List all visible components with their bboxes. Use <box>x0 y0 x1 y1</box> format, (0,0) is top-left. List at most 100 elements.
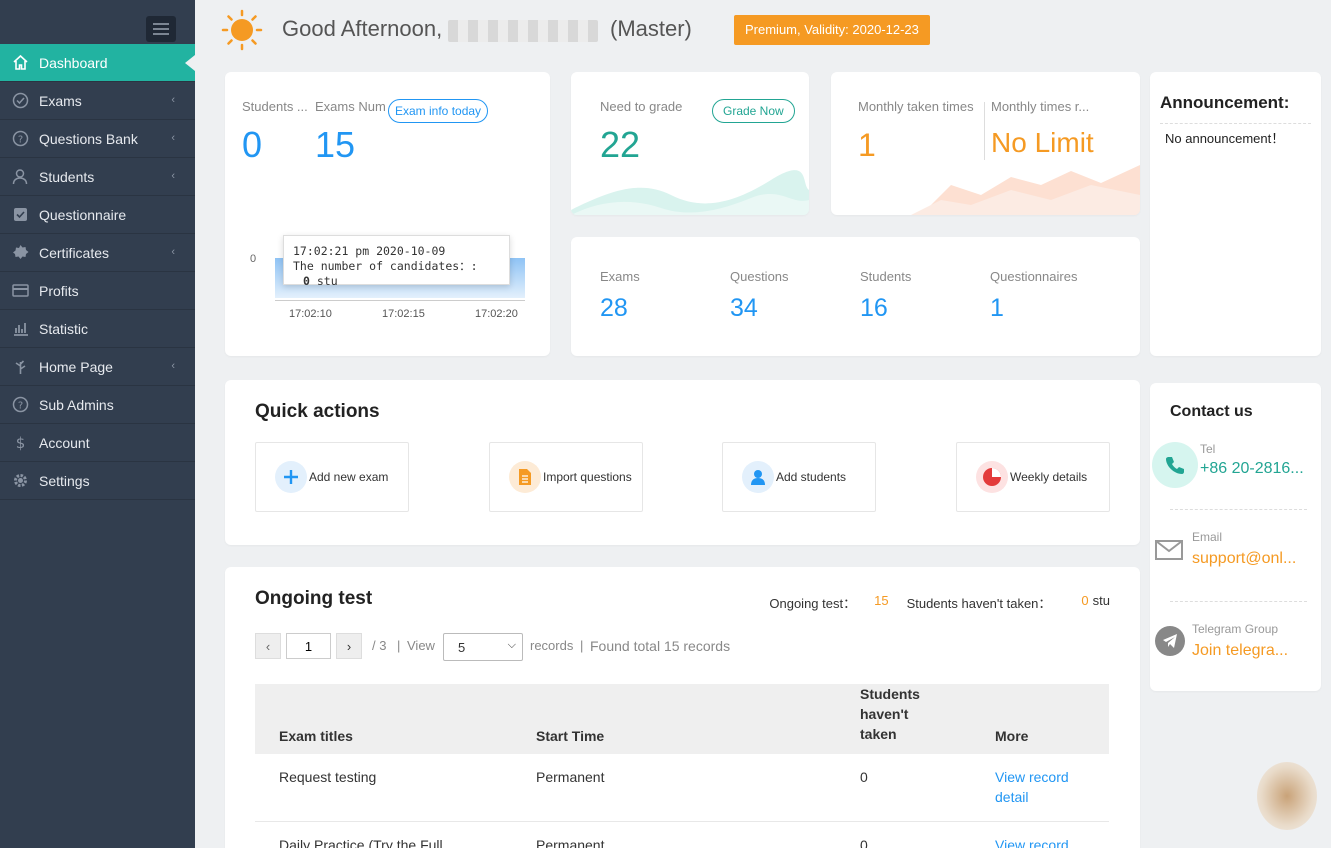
sidebar-item-questionnaire[interactable]: Questionnaire <box>0 196 195 234</box>
menu-icon <box>153 23 169 35</box>
sidebar-item-label: Statistic <box>39 320 89 337</box>
sidebar-item-label: Questionnaire <box>39 206 127 223</box>
monthly-card: Monthly taken times Monthly times r... 1… <box>831 72 1140 215</box>
sidebar-item-statistic[interactable]: Statistic <box>0 310 195 348</box>
sidebar-item-label: Students <box>39 168 95 185</box>
tooltip-unit: stu <box>316 274 338 288</box>
view-record-link[interactable]: View record detail <box>971 754 1109 822</box>
question-circle-icon: ? <box>11 396 29 414</box>
announcement-divider <box>1160 123 1311 124</box>
sidebar-item-account[interactable]: $ Account <box>0 424 195 462</box>
premium-badge: Premium, Validity: 2020-12-23 <box>734 15 930 45</box>
next-page-button[interactable]: › <box>336 633 362 659</box>
exam-info-today-button[interactable]: Exam info today <box>388 99 489 123</box>
monthly-remaining-label: Monthly times r... <box>991 99 1090 114</box>
sidebar-item-sub-admins[interactable]: ? Sub Admins <box>0 386 195 424</box>
grade-now-button[interactable]: Grade Now <box>712 99 795 123</box>
pie-chart-icon <box>976 461 1008 493</box>
page-number-input[interactable] <box>286 633 331 659</box>
table-row: Daily Practice (Try the Full Screen) Per… <box>255 821 1109 848</box>
sidebar-item-label: Questions Bank <box>39 130 138 147</box>
tooltip-label: The number of candidates：: <box>293 259 478 273</box>
sidebar-item-profits[interactable]: Profits <box>0 272 195 310</box>
badge-icon <box>11 244 29 262</box>
start-time-cell: Permanent <box>512 754 836 822</box>
check-circle-icon <box>11 92 29 110</box>
records-sep: | <box>580 638 584 653</box>
main-area: Good Afternoon, (Master) Premium, Validi… <box>195 0 1331 848</box>
start-time-cell: Permanent <box>512 821 836 848</box>
sidebar-item-settings[interactable]: Settings <box>0 462 195 500</box>
support-avatar[interactable] <box>1257 762 1317 830</box>
column-header: More <box>971 684 1109 754</box>
exams-value: 15 <box>315 124 356 165</box>
view-record-link[interactable]: View record detail <box>971 821 1109 848</box>
totals-card: Exams 28 Questions 34 Students 16 Questionnair… <box>571 237 1140 356</box>
contact-email: Email support@onl... <box>1150 528 1321 608</box>
view-label: View <box>407 638 435 653</box>
tel-label: Tel <box>1200 442 1216 456</box>
prev-page-button[interactable]: ‹ <box>255 633 281 659</box>
table-row: Request testing Permanent 0 View record … <box>255 754 1109 822</box>
not-taken-cell: 0 <box>836 754 971 822</box>
sun-icon <box>221 9 263 51</box>
top-bar: Good Afternoon, (Master) Premium, Validi… <box>195 0 1331 60</box>
sidebar-item-label: Account <box>39 434 90 451</box>
page-size-select[interactable]: 5 ⌵ <box>443 633 523 661</box>
view-label-sep: | <box>397 638 401 653</box>
sidebar-item-label: Profits <box>39 282 79 299</box>
contact-tel: Tel +86 20-2816... <box>1150 438 1321 518</box>
page-total: / 3 <box>372 638 387 653</box>
ongoing-summary: Ongoing test： 15 Students haven't taken：… <box>769 593 1110 612</box>
telegram-label: Telegram Group <box>1192 622 1279 636</box>
import-questions-button[interactable]: Import questions <box>489 442 643 512</box>
bar-chart-icon <box>11 320 29 338</box>
sidebar-item-certificates[interactable]: Certificates ‹ <box>0 234 195 272</box>
need-to-grade-label: Need to grade <box>600 99 683 114</box>
announcement-title: Announcement: <box>1160 93 1290 112</box>
sidebar-item-dashboard[interactable]: Dashboard <box>0 44 195 82</box>
dollar-icon: $ <box>11 434 29 452</box>
user-icon <box>11 168 29 186</box>
menu-toggle-button[interactable] <box>146 16 176 42</box>
tooltip-time: 17:02:21 pm 2020-10-09 <box>293 244 446 258</box>
sidebar-item-exams[interactable]: Exams ‹ <box>0 82 195 120</box>
add-students-button[interactable]: Add students <box>722 442 876 512</box>
weekly-details-button[interactable]: Weekly details <box>956 442 1110 512</box>
quick-actions-card: Quick actions Add new exam Import questi… <box>225 380 1140 545</box>
monthly-taken-value: 1 <box>858 127 876 163</box>
tooltip-value: 0 <box>303 274 310 288</box>
sidebar: Dashboard Exams ‹? Questions Bank ‹ Students ‹… <box>0 0 195 848</box>
greeting-text: Good Afternoon, <box>282 16 443 41</box>
table-header-row: Exam titles Start Time Students haven't … <box>255 684 1109 754</box>
x-tick-label: 17:02:15 <box>382 308 425 320</box>
total-value: 28 <box>600 294 628 322</box>
tel-value[interactable]: +86 20-2816... <box>1200 460 1304 478</box>
email-label: Email <box>1192 530 1223 544</box>
ongoing-value: 15 <box>874 593 889 608</box>
tooltip-row: The number of candidates：: 0 stu <box>293 259 500 289</box>
not-taken-unit: stu <box>1092 593 1110 608</box>
monthly-taken-label: Monthly taken times <box>858 99 974 114</box>
total-value: 1 <box>990 294 1004 322</box>
telegram-value[interactable]: Join telegra... <box>1192 642 1288 660</box>
chevron-left-icon: ‹ <box>265 638 271 654</box>
not-taken-cell: 0 <box>836 821 971 848</box>
sidebar-item-questions-bank[interactable]: ? Questions Bank ‹ <box>0 120 195 158</box>
monthly-wave-decoration <box>911 165 1140 215</box>
total-label: Students <box>860 269 912 284</box>
svg-text:$: $ <box>15 434 25 451</box>
announcement-text: No announcement！ <box>1165 131 1285 146</box>
sidebar-item-home-page[interactable]: Home Page ‹ <box>0 348 195 386</box>
exam-title-cell: Request testing <box>255 754 512 822</box>
divider <box>1170 509 1307 510</box>
add-new-exam-button[interactable]: Add new exam <box>255 442 409 512</box>
quick-action-label: Weekly details <box>1010 470 1088 484</box>
contact-card: Contact us Tel +86 20-2816... Email supp… <box>1150 383 1321 691</box>
ongoing-test-card: Ongoing test Ongoing test： 15 Students h… <box>225 567 1140 848</box>
sidebar-item-students[interactable]: Students ‹ <box>0 158 195 196</box>
email-value[interactable]: support@onl... <box>1192 550 1296 568</box>
total-label: Exams <box>600 269 640 284</box>
found-total-label: Found total 15 records <box>590 638 731 654</box>
sidebar-item-label: Sub Admins <box>39 396 114 413</box>
